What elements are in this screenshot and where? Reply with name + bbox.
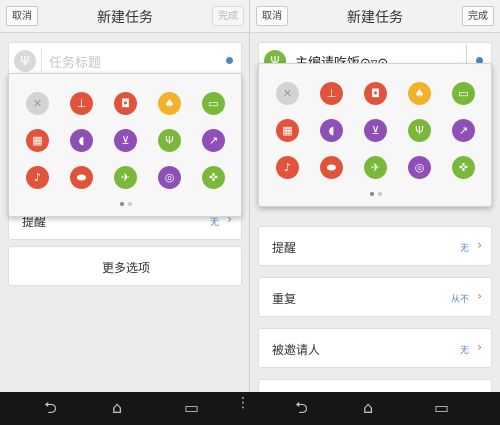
next-row[interactable] xyxy=(258,379,492,392)
row-label: 提醒 xyxy=(272,241,297,255)
task-title-input[interactable]: 任务标题 xyxy=(49,52,101,71)
chevron-right-icon: › xyxy=(477,238,482,252)
runner-icon[interactable]: ✜ xyxy=(452,156,475,179)
car-icon[interactable]: ◘ xyxy=(364,82,387,105)
row-label: 被邀请人 xyxy=(272,343,321,357)
home-icon[interactable]: ⌂ xyxy=(363,400,373,416)
clear-icon[interactable]: ✕ xyxy=(26,92,49,115)
chart-icon[interactable]: ↗ xyxy=(452,119,475,142)
runner-icon[interactable]: ✜ xyxy=(202,166,225,189)
system-nav-bar: ⮌ ⌂ ▭ ⋮ ⮌ ⌂ ▭ xyxy=(0,392,500,425)
ring-icon[interactable]: ◎ xyxy=(158,166,181,189)
right-screen: 取消 新建任务 完成 Ψ 主编请吃饭⊙▿⊙ 提醒 无 › 重复 从不 › 被邀请… xyxy=(250,0,500,392)
row-value: 从不 xyxy=(450,295,469,305)
card-icon[interactable]: ♠ xyxy=(158,92,181,115)
gift-icon[interactable]: ▦ xyxy=(276,119,299,142)
clear-icon[interactable]: ✕ xyxy=(276,82,299,105)
recents-icon[interactable]: ▭ xyxy=(184,400,199,416)
plane-icon[interactable]: ✈ xyxy=(364,156,387,179)
hairdryer-icon[interactable]: ◖ xyxy=(70,129,93,152)
plane-icon[interactable]: ✈ xyxy=(114,166,137,189)
stamp-icon[interactable]: ⊥ xyxy=(70,92,93,115)
pill-icon[interactable]: ⬬ xyxy=(320,156,343,179)
chevron-right-icon: › xyxy=(477,340,482,354)
page-dot xyxy=(370,192,374,196)
reminder-row[interactable]: 提醒 无 › xyxy=(258,226,492,266)
row-value: 无 xyxy=(459,244,469,254)
repeat-row[interactable]: 重复 从不 › xyxy=(258,277,492,317)
page-indicator xyxy=(9,191,243,210)
music-icon[interactable]: ♪ xyxy=(26,166,49,189)
gift-icon[interactable]: ▦ xyxy=(26,129,49,152)
visa-icon[interactable]: ▭ xyxy=(452,82,475,105)
category-picker: ✕ ⊥ ◘ ♠ ▭ ▦ ◖ ⊻ Ψ ↗ ♪ ⬬ ✈ ◎ ✜ xyxy=(8,73,242,217)
top-bar: 取消 新建任务 完成 xyxy=(0,0,250,33)
done-button[interactable]: 完成 xyxy=(462,6,494,26)
menu-dots-icon[interactable]: ⋮ xyxy=(236,396,250,410)
pill-icon[interactable]: ⬬ xyxy=(70,166,93,189)
category-button[interactable]: Ψ xyxy=(14,50,36,72)
home-icon[interactable]: ⌂ xyxy=(112,400,122,416)
category-picker: ✕ ⊥ ◘ ♠ ▭ ▦ ◖ ⊻ Ψ ↗ ♪ ⬬ ✈ ◎ ✜ xyxy=(258,63,492,207)
card-icon[interactable]: ♠ xyxy=(408,82,431,105)
invitees-row[interactable]: 被邀请人 无 › xyxy=(258,328,492,368)
back-icon[interactable]: ⮌ xyxy=(295,400,308,416)
cart-icon[interactable]: ⊻ xyxy=(364,119,387,142)
page-dot xyxy=(378,192,382,196)
fork-knife-icon: Ψ xyxy=(20,54,30,68)
cart-icon[interactable]: ⊻ xyxy=(114,129,137,152)
more-options-button[interactable]: 更多选项 xyxy=(8,246,242,286)
fork-knife-icon[interactable]: Ψ xyxy=(408,119,431,142)
done-button[interactable]: 完成 xyxy=(212,6,244,26)
row-label: 重复 xyxy=(272,292,297,306)
left-screen: 取消 新建任务 完成 Ψ 任务标题 提醒 无 › ✕ ⊥ ◘ ♠ ▭ ▦ ◖ ⊻ Ψ ↗ ♪ ⬬ ✈ ◎ ✜… xyxy=(0,0,250,392)
page-dot xyxy=(128,202,132,206)
chart-icon[interactable]: ↗ xyxy=(202,129,225,152)
hairdryer-icon[interactable]: ◖ xyxy=(320,119,343,142)
fork-knife-icon[interactable]: Ψ xyxy=(158,129,181,152)
page-dot xyxy=(120,202,124,206)
top-bar: 取消 新建任务 完成 xyxy=(250,0,500,33)
car-icon[interactable]: ◘ xyxy=(114,92,137,115)
visa-icon[interactable]: ▭ xyxy=(202,92,225,115)
chevron-right-icon: › xyxy=(477,289,482,303)
field-separator xyxy=(41,49,42,73)
page-indicator xyxy=(259,181,493,200)
back-icon[interactable]: ⮌ xyxy=(44,400,57,416)
ring-icon[interactable]: ◎ xyxy=(408,156,431,179)
row-value: 无 xyxy=(459,346,469,356)
stamp-icon[interactable]: ⊥ xyxy=(320,82,343,105)
color-dot[interactable] xyxy=(226,57,233,64)
recents-icon[interactable]: ▭ xyxy=(434,400,449,416)
more-options-label: 更多选项 xyxy=(101,261,150,275)
music-icon[interactable]: ♪ xyxy=(276,156,299,179)
